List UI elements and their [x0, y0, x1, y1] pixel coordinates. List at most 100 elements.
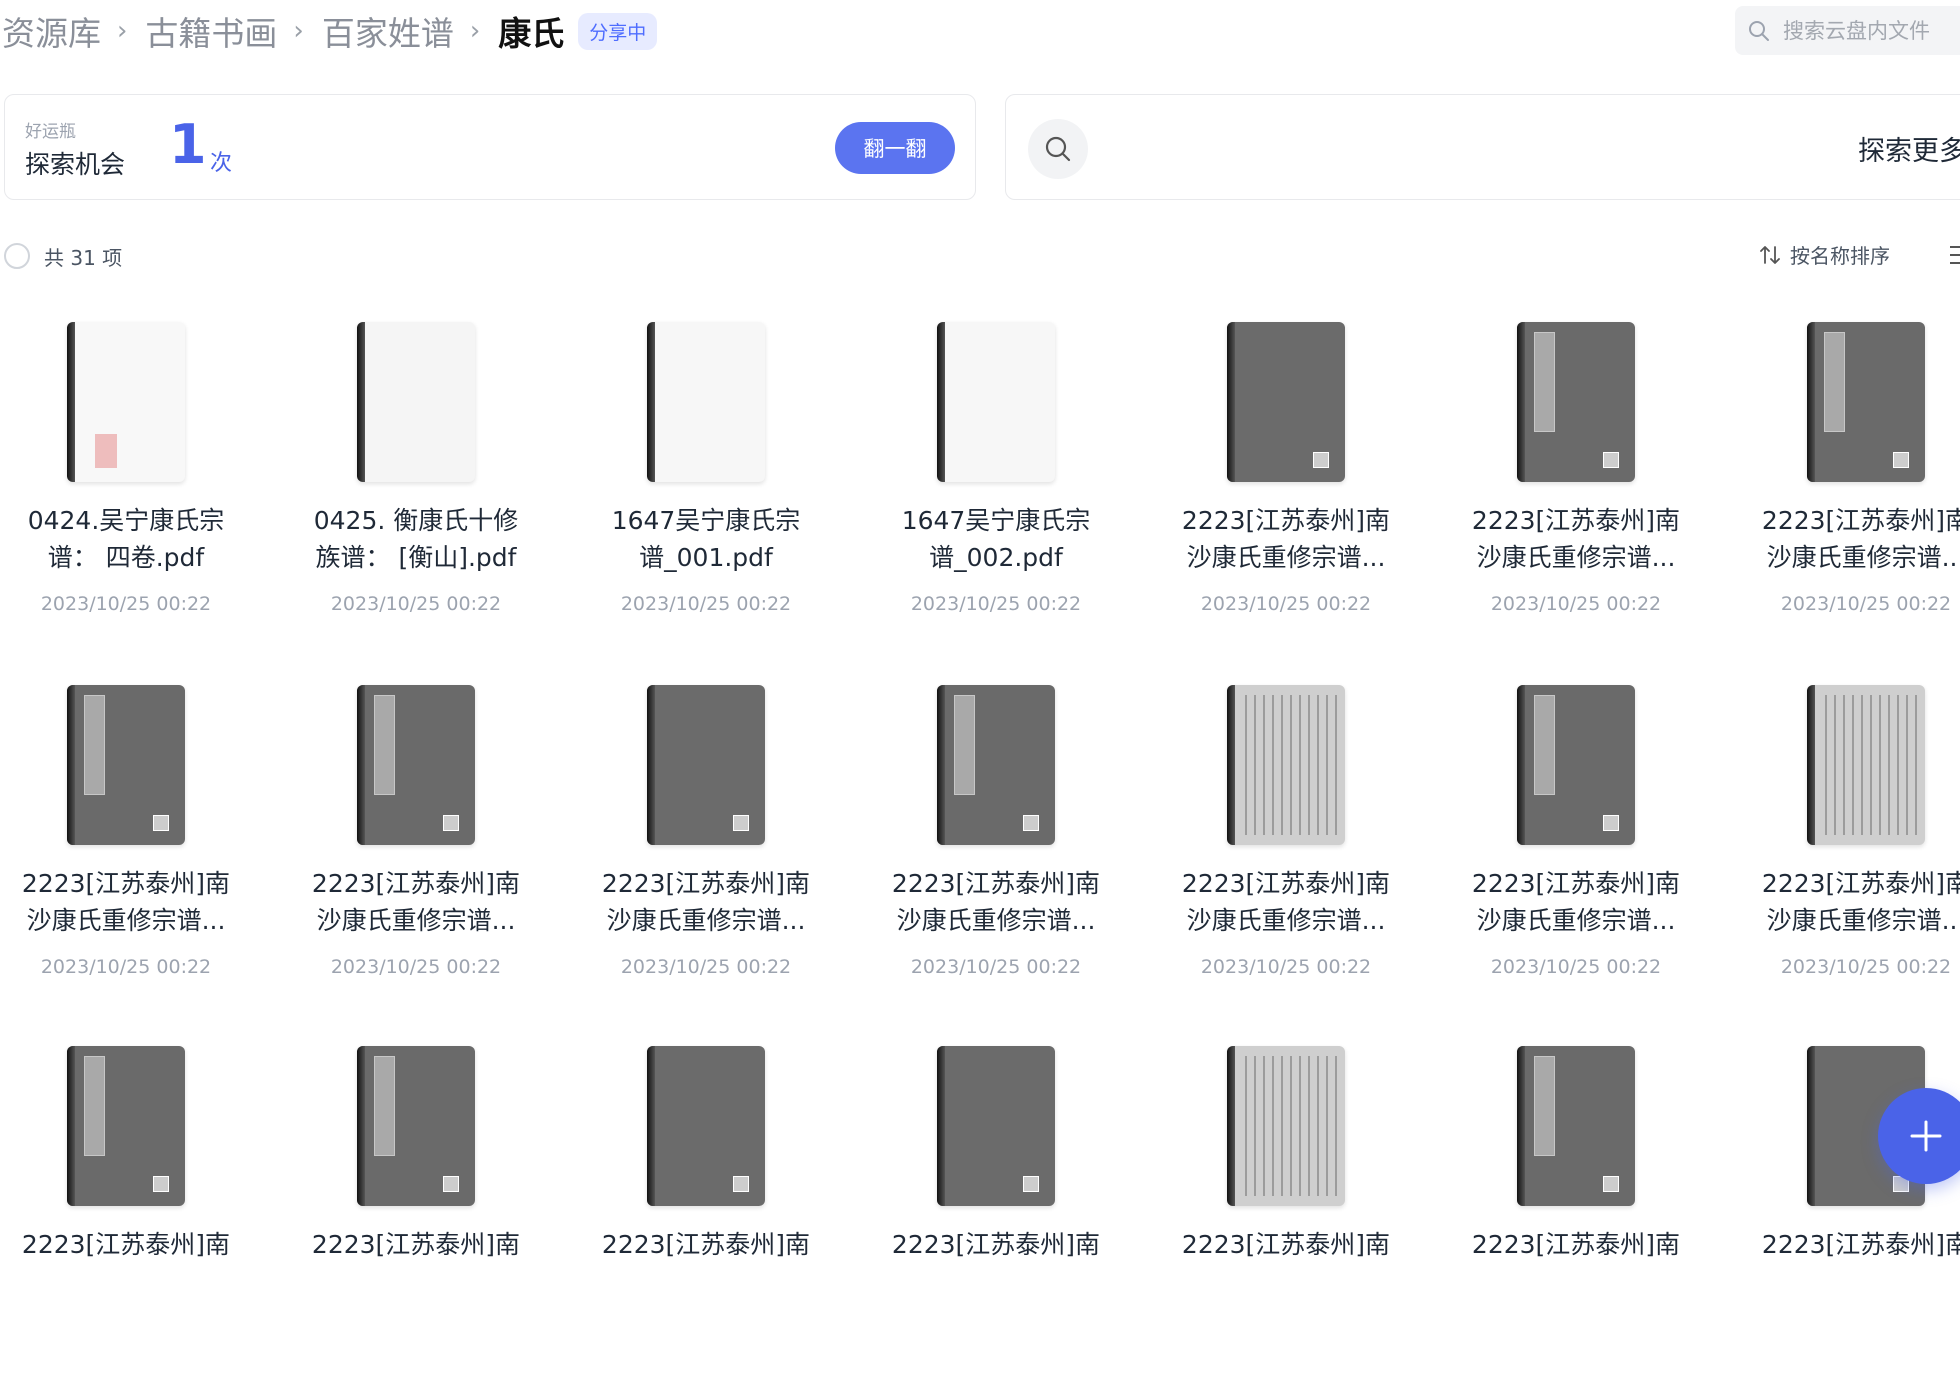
sharing-badge[interactable]: 分享中	[578, 12, 658, 50]
file-thumbnail	[0, 685, 266, 845]
file-item[interactable]: 2223[江苏泰州]南 沙康氏重修宗谱... 2023/10/25 00:22	[1726, 685, 1960, 1015]
file-thumbnail	[1146, 322, 1426, 482]
sort-arrows-icon	[1760, 245, 1780, 264]
file-name-line: 沙康氏重修宗谱...	[26, 906, 226, 935]
file-name: 0425. 衡康氏十修 族谱： [衡山].pdf	[276, 502, 556, 576]
file-thumbnail	[276, 685, 556, 845]
file-item[interactable]: 2223[江苏泰州]南 沙康氏重修宗谱... 2023/10/25 00:22	[276, 685, 556, 1015]
file-name-line: 2223[江苏泰州]南	[1181, 1230, 1391, 1259]
file-item[interactable]: 2223[江苏泰州]南 沙康氏重修宗谱... 2023/10/25 00:22	[1146, 322, 1426, 652]
file-item[interactable]: 0425. 衡康氏十修 族谱： [衡山].pdf 2023/10/25 00:22	[276, 322, 556, 652]
file-item[interactable]: 2223[江苏泰州]南	[276, 1046, 556, 1376]
file-name-line: 沙康氏重修宗谱...	[1476, 543, 1676, 572]
file-name-line: 2223[江苏泰州]南	[1761, 506, 1960, 535]
file-item[interactable]: 1647吴宁康氏宗 谱_002.pdf 2023/10/25 00:22	[856, 322, 1136, 652]
breadcrumb-item-resource-library[interactable]: 资源库	[2, 7, 101, 55]
file-item[interactable]: 2223[江苏泰州]南	[1146, 1046, 1426, 1376]
file-name: 2223[江苏泰州]南 沙康氏重修宗谱...	[0, 865, 266, 939]
flip-button[interactable]: 翻一翻	[835, 122, 955, 174]
list-view-icon[interactable]	[1950, 244, 1960, 266]
file-date: 2023/10/25 00:22	[40, 956, 212, 978]
file-name-line: 2223[江苏泰州]南	[1471, 1230, 1681, 1259]
file-item[interactable]: 2223[江苏泰州]南	[0, 1046, 266, 1376]
file-item[interactable]: 1647吴宁康氏宗 谱_001.pdf 2023/10/25 00:22	[566, 322, 846, 652]
file-name-line: 2223[江苏泰州]南	[1181, 869, 1391, 898]
file-name: 2223[江苏泰州]南 沙康氏重修宗谱...	[566, 865, 846, 939]
file-name-line: 谱： 四卷.pdf	[47, 543, 205, 572]
file-name-line: 2223[江苏泰州]南	[1471, 506, 1681, 535]
file-name-line: 沙康氏重修宗谱...	[316, 906, 516, 935]
select-all-checkbox[interactable]	[4, 243, 30, 269]
file-item[interactable]: 0424.吴宁康氏宗 谱： 四卷.pdf 2023/10/25 00:22	[0, 322, 266, 652]
file-name: 2223[江苏泰州]南	[566, 1226, 846, 1263]
file-name: 2223[江苏泰州]南 沙康氏重修宗谱...	[1436, 502, 1716, 576]
breadcrumb-item-surnames[interactable]: 百家姓谱	[322, 7, 454, 55]
file-thumbnail	[1146, 685, 1426, 845]
file-name-line: 2223[江苏泰州]南	[601, 869, 811, 898]
explore-card[interactable]: 探索更多	[1005, 94, 1960, 200]
file-name-line: 谱_002.pdf	[929, 543, 1063, 572]
file-thumbnail	[0, 1046, 266, 1206]
file-thumbnail	[1726, 685, 1960, 845]
file-item[interactable]: 2223[江苏泰州]南 沙康氏重修宗谱... 2023/10/25 00:22	[566, 685, 846, 1015]
file-thumbnail	[1436, 685, 1716, 845]
file-name-line: 2223[江苏泰州]南	[891, 1230, 1101, 1259]
file-item[interactable]: 2223[江苏泰州]南 沙康氏重修宗谱... 2023/10/25 00:22	[1726, 322, 1960, 652]
explore-chances-label: 探索机会	[25, 150, 126, 179]
file-date: 2023/10/25 00:22	[910, 593, 1082, 615]
file-date: 2023/10/25 00:22	[1200, 956, 1372, 978]
file-thumbnail	[856, 322, 1136, 482]
file-thumbnail	[1436, 1046, 1716, 1206]
sort-button[interactable]: 按名称排序	[1758, 240, 1890, 269]
file-item[interactable]: 2223[江苏泰州]南	[856, 1046, 1136, 1376]
file-item[interactable]: 2223[江苏泰州]南 沙康氏重修宗谱... 2023/10/25 00:22	[1436, 685, 1716, 1015]
file-name: 2223[江苏泰州]南 沙康氏重修宗谱...	[856, 865, 1136, 939]
file-item[interactable]: 2223[江苏泰州]南	[566, 1046, 846, 1376]
file-name-line: 0425. 衡康氏十修	[313, 506, 519, 535]
luck-bottle-label: 好运瓶	[25, 122, 76, 142]
file-name-line: 2223[江苏泰州]南	[1761, 1230, 1960, 1259]
search-input[interactable]	[1781, 17, 1960, 44]
file-name: 2223[江苏泰州]南	[276, 1226, 556, 1263]
breadcrumb: 资源库 › 古籍书画 › 百家姓谱 › 康氏 分享中	[2, 6, 658, 56]
file-name: 2223[江苏泰州]南 沙康氏重修宗谱...	[1726, 502, 1960, 576]
file-name: 2223[江苏泰州]南 沙康氏重修宗谱...	[276, 865, 556, 939]
plus-icon	[1910, 1120, 1942, 1152]
file-date: 2023/10/25 00:22	[1490, 593, 1662, 615]
file-thumbnail	[566, 322, 846, 482]
file-name-line: 沙康氏重修宗谱...	[1186, 906, 1386, 935]
item-count: 共 31 项	[44, 246, 123, 270]
breadcrumb-item-ancient-books[interactable]: 古籍书画	[145, 7, 277, 55]
file-item[interactable]: 2223[江苏泰州]南 沙康氏重修宗谱... 2023/10/25 00:22	[1436, 322, 1716, 652]
luck-bottle-card: 好运瓶 探索机会 1 次 翻一翻	[4, 94, 976, 200]
file-item[interactable]: 2223[江苏泰州]南 沙康氏重修宗谱... 2023/10/25 00:22	[0, 685, 266, 1015]
file-name: 2223[江苏泰州]南	[1146, 1226, 1426, 1263]
explore-more-link[interactable]: 探索更多	[1858, 129, 1960, 168]
file-name: 2223[江苏泰州]南	[1436, 1226, 1716, 1263]
file-name-line: 2223[江苏泰州]南	[891, 869, 1101, 898]
file-thumbnail	[566, 685, 846, 845]
file-name-line: 族谱： [衡山].pdf	[315, 543, 517, 572]
file-date: 2023/10/25 00:22	[330, 956, 502, 978]
file-date: 2023/10/25 00:22	[620, 956, 792, 978]
file-name: 2223[江苏泰州]南	[1726, 1226, 1960, 1263]
breadcrumb-separator: ›	[117, 16, 128, 46]
file-name-line: 2223[江苏泰州]南	[21, 1230, 231, 1259]
file-date: 2023/10/25 00:22	[40, 593, 212, 615]
file-name: 2223[江苏泰州]南 沙康氏重修宗谱...	[1436, 865, 1716, 939]
file-name: 1647吴宁康氏宗 谱_002.pdf	[856, 502, 1136, 576]
file-thumbnail	[1436, 322, 1716, 482]
file-item[interactable]: 2223[江苏泰州]南 沙康氏重修宗谱... 2023/10/25 00:22	[856, 685, 1136, 1015]
search-box[interactable]	[1735, 6, 1960, 55]
file-item[interactable]: 2223[江苏泰州]南 沙康氏重修宗谱... 2023/10/25 00:22	[1146, 685, 1426, 1015]
page-title: 康氏	[498, 14, 565, 53]
file-name-line: 2223[江苏泰州]南	[21, 869, 231, 898]
file-name: 1647吴宁康氏宗 谱_001.pdf	[566, 502, 846, 576]
file-item[interactable]: 2223[江苏泰州]南	[1436, 1046, 1716, 1376]
file-name-line: 2223[江苏泰州]南	[311, 869, 521, 898]
file-date: 2023/10/25 00:22	[620, 593, 792, 615]
search-icon[interactable]	[1028, 119, 1088, 179]
file-name-line: 沙康氏重修宗谱...	[896, 906, 1096, 935]
file-date: 2023/10/25 00:22	[1780, 593, 1952, 615]
file-name-line: 1647吴宁康氏宗	[611, 506, 801, 535]
